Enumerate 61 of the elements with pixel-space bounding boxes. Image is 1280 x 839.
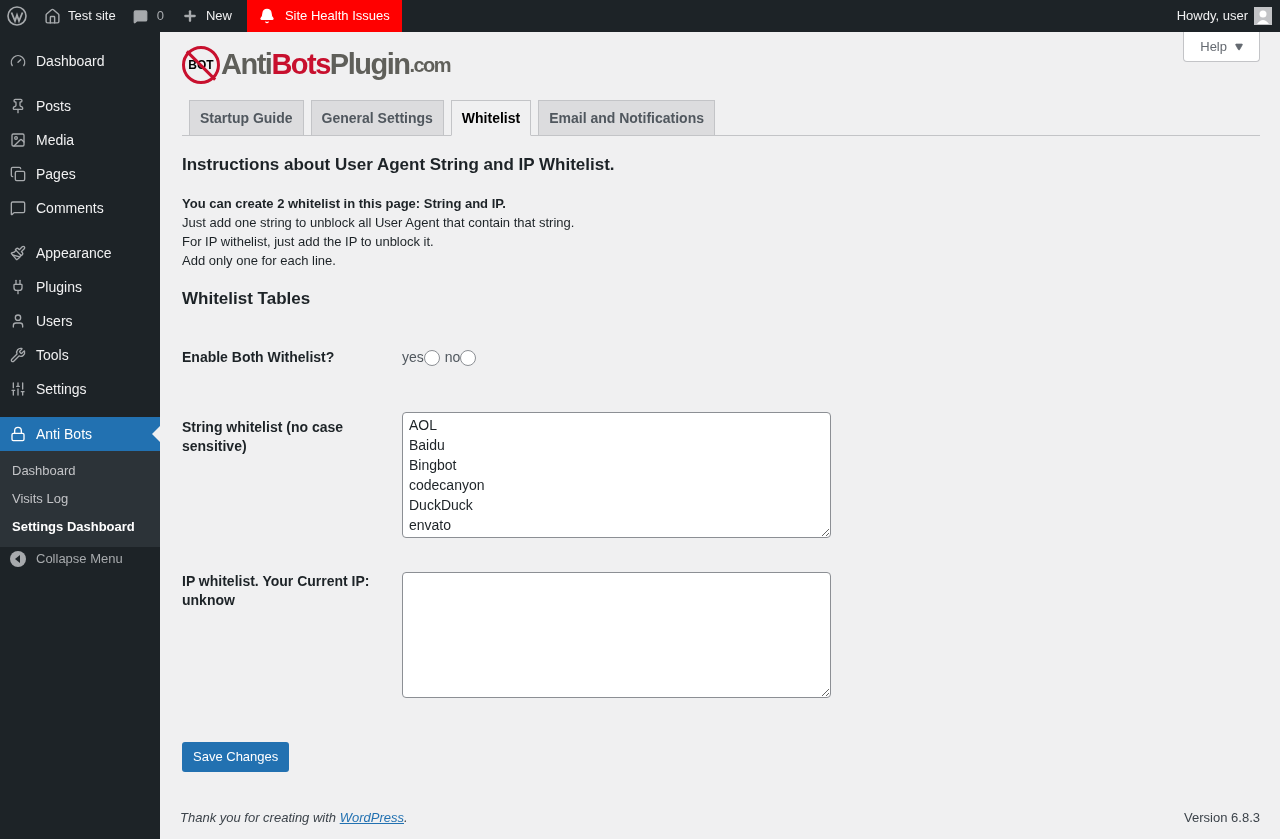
submenu-item[interactable]: Visits Log [0, 485, 160, 513]
brush-icon [10, 245, 26, 261]
ip-whitelist-field[interactable] [402, 572, 831, 698]
plus-icon [181, 8, 198, 24]
gauge-icon [10, 53, 26, 69]
wordpress-link[interactable]: WordPress [339, 809, 404, 825]
save-changes-button[interactable]: Save Changes [182, 742, 290, 772]
sidebar-item[interactable]: Users [0, 304, 160, 338]
section-title: Whitelist Tables [182, 287, 312, 310]
comment-count[interactable]: 0 [156, 6, 164, 26]
plug-icon [10, 279, 26, 295]
tab[interactable]: Whitelist [450, 100, 532, 136]
tab[interactable]: Startup Guide [189, 100, 304, 136]
wordpress-logo-icon[interactable] [7, 6, 27, 26]
footer-text: Thank you for creating with WordPress. [180, 808, 408, 827]
field-label: Enable Both Withelist? [182, 348, 336, 367]
sidebar-item[interactable]: Media [0, 123, 160, 157]
greeting-link[interactable]: Howdy, user [1176, 6, 1248, 26]
sidebar-item[interactable]: Pages [0, 157, 160, 191]
wrench-icon [10, 347, 26, 363]
field-label: String whitelist (no case sensitive) [182, 418, 345, 456]
instruction-text: Add only one for each line. [182, 251, 337, 270]
pages-icon [10, 166, 26, 182]
field-label: IP whitelist. Your Current IP: unknow [182, 572, 371, 610]
user-icon [10, 313, 26, 329]
radio-option[interactable]: no [444, 347, 477, 368]
sidebar-item[interactable]: Tools [0, 338, 160, 372]
bell-icon [258, 8, 275, 24]
sidebar-item[interactable]: Settings [0, 372, 160, 406]
tab[interactable]: Email and Notifications [538, 100, 715, 136]
submenu-item[interactable]: Dashboard [0, 457, 160, 485]
help-button[interactable]: Help [1183, 32, 1260, 62]
site-name-link[interactable]: Test site [68, 6, 116, 26]
comment-icon [132, 8, 148, 24]
home-icon [44, 7, 61, 25]
collapse-icon[interactable] [10, 551, 26, 567]
sidebar-item[interactable]: Posts [0, 89, 160, 123]
pin-icon [10, 98, 26, 114]
radio-option[interactable]: yes [402, 347, 440, 368]
new-link[interactable]: New [205, 6, 232, 26]
sidebar-item[interactable]: Plugins [0, 270, 160, 304]
string-whitelist-field[interactable]: AOL Baidu Bingbot codecanyon DuckDuck envato [402, 412, 831, 538]
lock-icon [10, 426, 26, 442]
instruction-text: You can create 2 whitelist in this page: String and IP. [182, 194, 507, 213]
version-text: Version 6.8.3 [1184, 808, 1260, 827]
submenu-item[interactable]: Settings Dashboard [0, 513, 160, 541]
sidebar-item[interactable]: Appearance [0, 236, 160, 270]
collapse-menu-link[interactable]: Collapse Menu [36, 549, 123, 569]
media-icon [10, 132, 26, 148]
sidebar-item[interactable]: Dashboard [0, 44, 160, 78]
caret-icon [1235, 42, 1243, 51]
page-heading: Instructions about User Agent String and IP Whitelist. [182, 154, 616, 176]
site-health-alert[interactable]: Site Health Issues [246, 0, 402, 32]
comment-icon [10, 200, 26, 216]
instruction-text: Just add one string to unblock all User Agent that contain that string. [182, 213, 576, 232]
sidebar-item[interactable]: Comments [0, 191, 160, 225]
tab[interactable]: General Settings [310, 100, 444, 136]
sliders-icon [10, 381, 26, 397]
sidebar-item[interactable]: Anti Bots [0, 417, 160, 451]
instruction-text: For IP withelist, just add the IP to unblock it. [182, 232, 435, 251]
current-pointer-icon [152, 426, 160, 442]
